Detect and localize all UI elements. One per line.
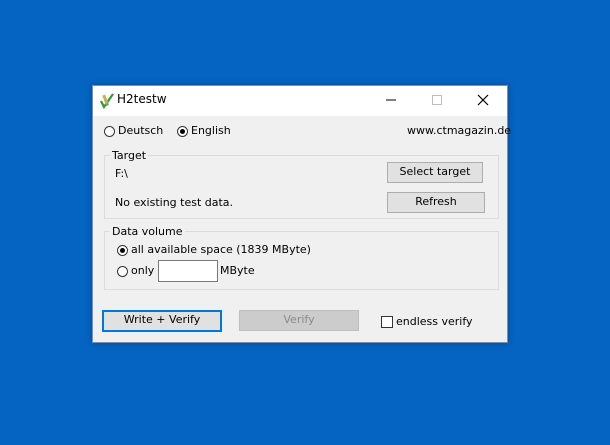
target-group-title: Target (110, 149, 149, 162)
refresh-button[interactable]: Refresh (387, 192, 485, 213)
mbyte-unit-label: MByte (220, 264, 255, 277)
radio-deutsch-label[interactable]: Deutsch (118, 124, 163, 137)
h2testw-window: H2testw Deutsch English www.ctmagazin.de… (92, 85, 512, 343)
endless-verify-label[interactable]: endless verify (396, 315, 473, 328)
radio-english-label[interactable]: English (191, 124, 231, 137)
maximize-button[interactable] (415, 86, 461, 116)
minimize-button[interactable] (369, 86, 415, 116)
window-title: H2testw (117, 92, 167, 106)
verify-button[interactable]: Verify (239, 310, 359, 331)
radio-only-label[interactable]: only (131, 264, 154, 277)
write-verify-button[interactable]: Write + Verify (102, 310, 222, 332)
only-mbyte-input[interactable] (158, 260, 218, 282)
radio-all-space-label[interactable]: all available space (1839 MByte) (131, 243, 311, 256)
radio-only[interactable] (117, 266, 128, 277)
radio-deutsch[interactable] (104, 126, 115, 137)
target-path: F:\ (115, 167, 128, 180)
radio-all-space[interactable] (117, 245, 128, 256)
select-target-button[interactable]: Select target (387, 162, 483, 183)
title-bar[interactable]: H2testw (93, 86, 507, 116)
endless-verify-checkbox[interactable] (381, 316, 393, 328)
radio-english[interactable] (177, 126, 188, 137)
target-status: No existing test data. (115, 196, 234, 209)
maximize-icon (432, 95, 442, 105)
website-label: www.ctmagazin.de (407, 124, 512, 137)
close-icon (477, 94, 489, 106)
data-volume-group-title: Data volume (110, 225, 185, 238)
pencil-check-icon (99, 92, 115, 110)
close-button[interactable] (461, 86, 507, 116)
minimize-icon (386, 99, 396, 101)
